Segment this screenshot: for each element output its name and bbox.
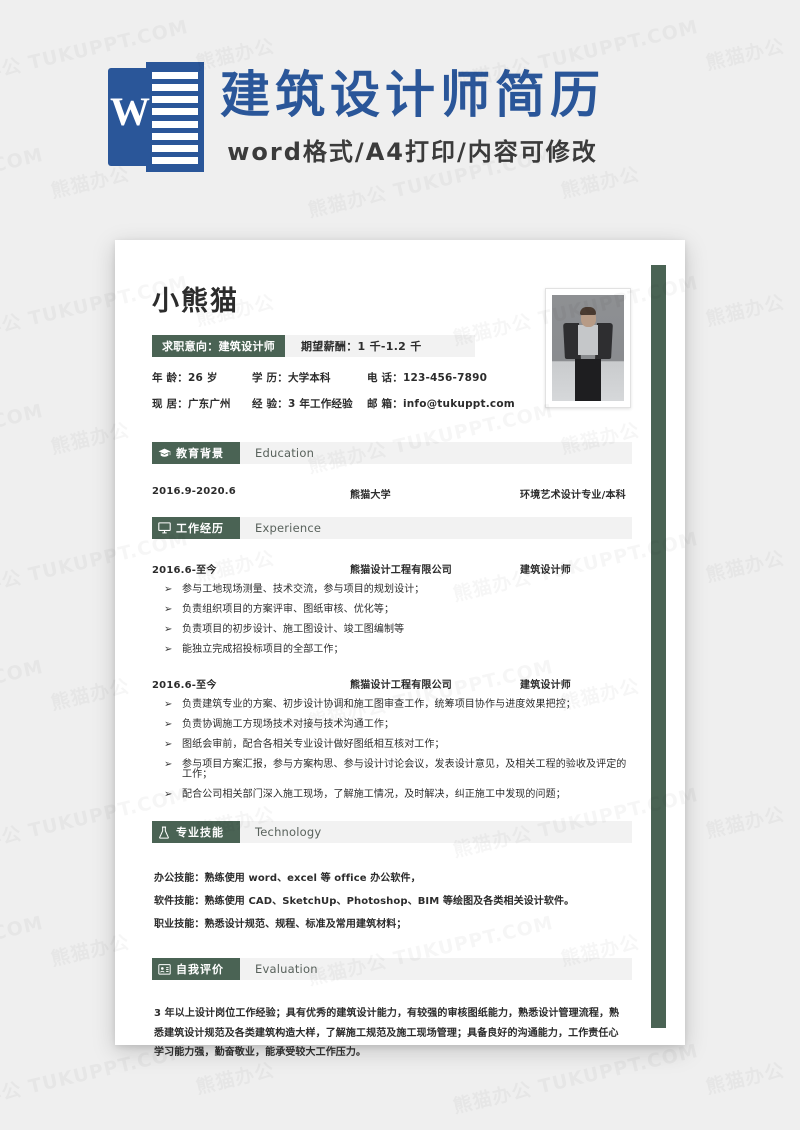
resume-content: 小熊猫 求职意向：建筑设计师 期望薪酬：1 千-1.2 千 年 龄：26 岁 学… — [152, 276, 632, 1063]
word-logo-icon: W — [108, 62, 204, 172]
watermark-text: 熊猫办公 TUKUPPT.COM — [0, 396, 46, 479]
job-row: 2016.6-至今 熊猫设计工程有限公司 建筑设计师 — [152, 561, 632, 576]
job-company: 熊猫设计工程有限公司 — [350, 565, 452, 576]
flask-icon — [152, 826, 176, 839]
bullet-text: 负责建筑专业的方案、初步设计协调和施工图审查工作，统筹项目协作与进度效果把控； — [182, 699, 576, 710]
expected-salary: 期望薪酬：1 千-1.2 千 — [301, 340, 422, 353]
section-header-experience: 工作经历 Experience — [152, 517, 632, 539]
bullet-marker-icon: ➢ — [164, 719, 173, 730]
watermark-text: 熊猫办公 — [703, 799, 787, 843]
section-title-en-experience: Experience — [255, 521, 322, 535]
education-school: 熊猫大学 — [350, 490, 391, 501]
section-title-cn-experience: 工作经历 — [176, 522, 224, 535]
job-bullets: ➢ 负责建筑专业的方案、初步设计协调和施工图审查工作，统筹项目协作与进度效果把控… — [152, 695, 632, 805]
self-evaluation-text: 3 年以上设计岗位工作经验；具有优秀的建筑设计能力，有较强的审核图纸能力，熟悉设… — [154, 1008, 620, 1058]
word-logo-letter: W — [110, 89, 150, 134]
bullet-text: 图纸会审前，配合各相关专业设计做好图纸相互核对工作； — [182, 739, 445, 750]
job-bullets: ➢ 参与工地现场测量、技术交流，参与项目的规划设计； ➢ 负责组织项目的方案评审… — [152, 580, 632, 660]
section-title-en-education: Education — [255, 446, 315, 460]
bullet-item: ➢ 负责组织项目的方案评审、图纸审核、优化等； — [152, 600, 632, 620]
section-header-technology: 专业技能 Technology — [152, 821, 632, 843]
bullet-marker-icon: ➢ — [164, 739, 173, 750]
education-row: 2016.9-2020.6 熊猫大学 环境艺术设计专业/本科 — [152, 486, 632, 501]
job-intent-row: 求职意向：建筑设计师 期望薪酬：1 千-1.2 千 — [152, 335, 475, 357]
bullet-text: 参与工地现场测量、技术交流，参与项目的规划设计； — [182, 584, 425, 595]
education-period: 2016.9-2020.6 — [152, 486, 236, 497]
info-experience: 经 验：3 年工作经验 — [252, 398, 353, 410]
bullet-marker-icon: ➢ — [164, 644, 173, 655]
promo-banner: W 建筑设计师简历 word格式/A4打印/内容可修改 — [0, 0, 800, 232]
section-header-education: 教育背景 Education — [152, 442, 632, 464]
watermark-text: 熊猫办公 — [703, 1055, 787, 1099]
monitor-icon — [152, 522, 176, 534]
bullet-marker-icon: ➢ — [164, 584, 173, 595]
bullet-item: ➢ 配合公司相关部门深入施工现场，了解施工情况，及时解决，纠正施工中发现的问题； — [152, 785, 632, 805]
skill-list: 办公技能：熟练使用 word、excel 等 office 办公软件， 软件技能… — [152, 865, 632, 934]
job-period: 2016.6-至今 — [152, 680, 217, 691]
bullet-item: ➢ 负责建筑专业的方案、初步设计协调和施工图审查工作，统筹项目协作与进度效果把控… — [152, 695, 632, 715]
job-intent-badge: 求职意向：建筑设计师 — [152, 335, 285, 357]
skill-line: 软件技能：熟练使用 CAD、SketchUp、Photoshop、BIM 等绘图… — [154, 896, 575, 907]
job-company: 熊猫设计工程有限公司 — [350, 680, 452, 691]
bullet-text: 能独立完成招投标项目的全部工作； — [182, 644, 344, 655]
banner-content: W 建筑设计师简历 word格式/A4打印/内容可修改 — [108, 62, 605, 172]
info-residence: 现 居：广东广州 — [152, 398, 231, 410]
bullet-text: 参与项目方案汇报，参与方案构思、参与设计讨论会议，发表设计意见，及相关工程的验收… — [182, 759, 627, 780]
resume-page: 小熊猫 求职意向：建筑设计师 期望薪酬：1 千-1.2 千 年 龄：26 岁 学… — [115, 240, 685, 1058]
job-row: 2016.6-至今 熊猫设计工程有限公司 建筑设计师 — [152, 676, 632, 691]
watermark-text: 熊猫办公 — [703, 543, 787, 587]
banner-subtitle: word格式/A4打印/内容可修改 — [227, 138, 598, 167]
info-education: 学 历：大学本科 — [252, 372, 331, 384]
section-title-cn-technology: 专业技能 — [176, 826, 224, 839]
watermark-text: 熊猫办公 TUKUPPT.COM — [0, 652, 46, 735]
bullet-item: ➢ 能独立完成招投标项目的全部工作； — [152, 640, 632, 660]
bullet-item: ➢ 参与工地现场测量、技术交流，参与项目的规划设计； — [152, 580, 632, 600]
bullet-text: 配合公司相关部门深入施工现场，了解施工情况，及时解决，纠正施工中发现的问题； — [182, 789, 566, 800]
bullet-text: 负责组织项目的方案评审、图纸审核、优化等； — [182, 604, 395, 615]
banner-title: 建筑设计师简历 — [220, 65, 605, 124]
watermark-text: 熊猫办公 — [703, 287, 787, 331]
job-role: 建筑设计师 — [520, 680, 571, 691]
section-title-en-technology: Technology — [255, 825, 322, 839]
bullet-item: ➢ 参与项目方案汇报，参与方案构思、参与设计讨论会议，发表设计意见，及相关工程的… — [152, 755, 632, 785]
bullet-marker-icon: ➢ — [164, 699, 173, 710]
watermark-text: 熊猫办公 TUKUPPT.COM — [0, 908, 46, 991]
section-title-en-evaluation: Evaluation — [255, 962, 318, 976]
section-header-evaluation: 自我评价 Evaluation — [152, 958, 632, 980]
section-title-cn-evaluation: 自我评价 — [176, 963, 224, 976]
education-major: 环境艺术设计专业/本科 — [520, 490, 626, 501]
info-age: 年 龄：26 岁 — [152, 372, 218, 384]
bullet-item: ➢ 负责协调施工方现场技术对接与技术沟通工作； — [152, 715, 632, 735]
decorative-green-rail — [651, 265, 666, 1028]
job-role: 建筑设计师 — [520, 565, 571, 576]
bullet-text: 负责协调施工方现场技术对接与技术沟通工作； — [182, 719, 395, 730]
job-period: 2016.6-至今 — [152, 565, 217, 576]
bullet-marker-icon: ➢ — [164, 759, 173, 770]
bullet-marker-icon: ➢ — [164, 789, 173, 800]
resume-header: 小熊猫 求职意向：建筑设计师 期望薪酬：1 千-1.2 千 年 龄：26 岁 学… — [152, 276, 632, 426]
applicant-photo — [545, 288, 631, 408]
graduation-cap-icon — [152, 448, 176, 459]
bullet-item: ➢ 图纸会审前，配合各相关专业设计做好图纸相互核对工作； — [152, 735, 632, 755]
bullet-text: 负责项目的初步设计、施工图设计、竣工图编制等 — [182, 624, 405, 635]
section-title-cn-education: 教育背景 — [176, 447, 224, 460]
skill-line: 职业技能：熟悉设计规范、规程、标准及常用建筑材料； — [154, 919, 407, 930]
id-card-icon — [152, 963, 176, 975]
bullet-item: ➢ 负责项目的初步设计、施工图设计、竣工图编制等 — [152, 620, 632, 640]
screenshot-root: W 建筑设计师简历 word格式/A4打印/内容可修改 小熊猫 求职意向：建筑设… — [0, 0, 800, 1130]
skill-line: 办公技能：熟练使用 word、excel 等 office 办公软件， — [154, 873, 421, 884]
bullet-marker-icon: ➢ — [164, 604, 173, 615]
bullet-marker-icon: ➢ — [164, 624, 173, 635]
